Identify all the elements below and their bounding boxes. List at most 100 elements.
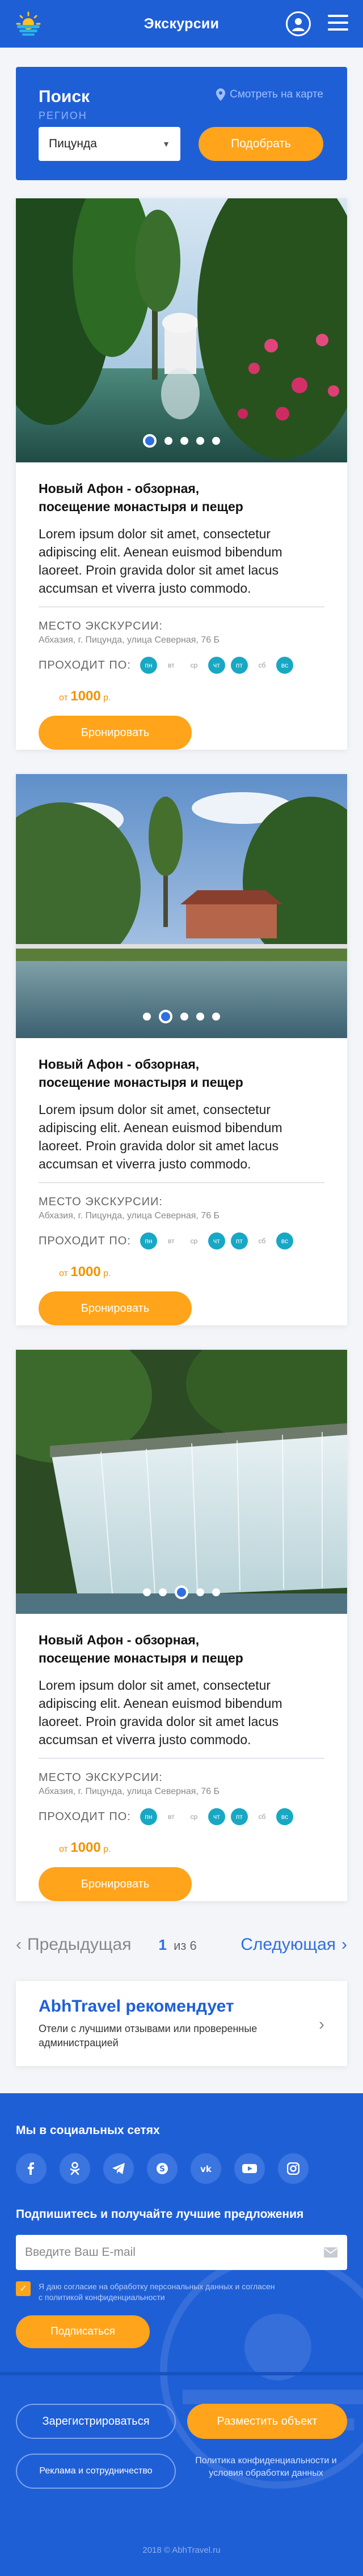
instagram-icon[interactable] — [278, 2153, 309, 2184]
carousel-dot[interactable] — [159, 1010, 172, 1023]
day-1: пн — [140, 1232, 157, 1249]
page: Экскурсии Поиск Смотреть на карте РЕГИОН… — [0, 0, 363, 2576]
carousel-dots — [16, 1010, 347, 1023]
carousel-dot[interactable] — [143, 1588, 151, 1596]
day-7: вс — [276, 657, 293, 674]
day-6: сб — [258, 661, 266, 669]
next-page-label: Следующая — [240, 1935, 336, 1954]
day-3: ср — [190, 1237, 198, 1245]
register-button[interactable]: Зарегистрироваться — [16, 2404, 176, 2439]
page-indicator: 1 из 6 — [158, 1936, 196, 1954]
price: от 1000 р. — [59, 1264, 111, 1280]
user-icon[interactable] — [286, 11, 311, 36]
next-page-link[interactable]: Следующая › — [240, 1935, 347, 1954]
excursion-description: Lorem ipsum dolor sit amet, consectetur … — [39, 526, 282, 596]
day-5: пт — [230, 1232, 248, 1249]
carousel-dot[interactable] — [164, 437, 172, 445]
menu-icon[interactable] — [328, 15, 348, 32]
copyright: 2018 © AbhTravel.ru — [142, 2545, 221, 2555]
excursion-photo[interactable] — [16, 198, 347, 462]
search-submit-button[interactable]: Подобрать — [199, 127, 323, 161]
place-label: МЕСТО ЭКСКУРСИИ: — [39, 1771, 163, 1784]
carousel-dot[interactable] — [196, 1013, 204, 1021]
vk-icon[interactable]: vk — [191, 2153, 221, 2184]
region-select[interactable]: Пицунда ▼ — [39, 127, 180, 161]
carousel-dot[interactable] — [212, 1588, 220, 1596]
day-1: пн — [140, 1808, 157, 1825]
carousel-dot[interactable] — [196, 437, 204, 445]
place-object-button[interactable]: Разместить объект — [187, 2404, 347, 2439]
odnoklassniki-icon[interactable] — [60, 2153, 90, 2184]
privacy-policy-link[interactable]: Политика конфиденциальности и условия об… — [184, 2455, 348, 2480]
logo-icon[interactable] — [15, 11, 42, 36]
map-link[interactable]: Смотреть на карте — [216, 88, 323, 101]
carousel-dots — [16, 1585, 347, 1599]
day-3: ср — [190, 1813, 198, 1821]
recommend-banner[interactable]: AbhTravel рекомендует Отели с лучшими от… — [16, 1981, 347, 2066]
prev-page-label: Предыдущая — [27, 1935, 132, 1954]
excursion-title[interactable]: Новый Афон - обзорная, посещение монастыр… — [39, 1055, 324, 1091]
place-address: Абхазия, г. Пицунда, улица Северная, 76 … — [39, 1787, 220, 1796]
day-7: вс — [276, 1808, 293, 1825]
book-button[interactable]: Бронировать — [39, 1867, 192, 1901]
carousel-dot[interactable] — [180, 437, 188, 445]
carousel-dot[interactable] — [180, 1013, 188, 1021]
excursion-description: Lorem ipsum dolor sit amet, consectetur … — [39, 1678, 282, 1747]
prev-page-link[interactable]: ‹ Предыдущая — [16, 1935, 131, 1954]
carousel-dot[interactable] — [212, 1013, 220, 1021]
ads-button[interactable]: Реклама и сотрудничество — [16, 2454, 176, 2489]
day-2: вт — [168, 1237, 175, 1245]
youtube-icon[interactable] — [234, 2153, 265, 2184]
map-link-label: Смотреть на карте — [230, 88, 323, 100]
email-field[interactable]: Введите Ваш E-mail — [16, 2235, 347, 2270]
carousel-dot[interactable] — [159, 1588, 167, 1596]
excursion-photo[interactable] — [16, 774, 347, 1038]
day-4: чт — [208, 1232, 225, 1249]
email-placeholder: Введите Ваш E-mail — [25, 2246, 136, 2259]
region-value: Пицунда — [49, 137, 97, 150]
telegram-icon[interactable] — [103, 2153, 134, 2184]
carousel-dot[interactable] — [143, 1013, 151, 1021]
price: от 1000 р. — [59, 688, 111, 704]
day-2: вт — [168, 1813, 175, 1821]
chevron-right-icon: › — [319, 2015, 324, 2034]
divider — [39, 606, 324, 607]
book-button[interactable]: Бронировать — [39, 716, 192, 750]
days-label: ПРОХОДИТ ПО: — [39, 1810, 131, 1823]
excursion-title[interactable]: Новый Афон - обзорная, посещение монастыр… — [39, 1631, 324, 1667]
svg-text:S: S — [159, 2165, 165, 2174]
region-label: РЕГИОН — [39, 110, 87, 121]
app-header: Экскурсии — [0, 0, 363, 48]
pagination: ‹ Предыдущая 1 из 6 Следующая › — [16, 1933, 347, 1956]
social-title: Мы в социальных сетях — [16, 2124, 160, 2137]
place-address: Абхазия, г. Пицунда, улица Северная, 76 … — [39, 1211, 220, 1221]
total-pages: из 6 — [174, 1938, 197, 1953]
subscribe-button[interactable]: Подписаться — [16, 2315, 150, 2348]
consent-checkbox[interactable]: ✓ — [16, 2281, 31, 2296]
schedule-days: ПРОХОДИТ ПО: пн вт ср чт пт сб вс — [39, 1808, 324, 1825]
map-pin-icon — [216, 88, 226, 101]
carousel-dot[interactable] — [212, 437, 220, 445]
day-7: вс — [276, 1232, 293, 1249]
mail-icon — [324, 2247, 337, 2258]
page-title: Экскурсии — [143, 15, 220, 32]
excursion-photo[interactable] — [16, 1350, 347, 1614]
footer: Мы в социальных сетях S vk Подпишитесь и… — [0, 2093, 363, 2576]
carousel-dot[interactable] — [143, 434, 157, 448]
excursion-title[interactable]: Новый Афон - обзорная, посещение монастыр… — [39, 479, 324, 516]
excursion-card: Новый Афон - обзорная, посещение монастыр… — [16, 1350, 347, 1901]
carousel-dot[interactable] — [175, 1585, 188, 1599]
place-label: МЕСТО ЭКСКУРСИИ: — [39, 1196, 163, 1208]
carousel-dot[interactable] — [196, 1588, 204, 1596]
day-5: пт — [230, 1808, 248, 1825]
place-label: МЕСТО ЭКСКУРСИИ: — [39, 620, 163, 632]
social-links: S vk — [16, 2153, 309, 2184]
excursion-card: Новый Афон - обзорная, посещение монастыр… — [16, 198, 347, 750]
price: от 1000 р. — [59, 1840, 111, 1855]
day-1: пн — [140, 657, 157, 674]
skype-icon[interactable]: S — [147, 2153, 178, 2184]
facebook-icon[interactable] — [16, 2153, 47, 2184]
book-button[interactable]: Бронировать — [39, 1291, 192, 1325]
days-label: ПРОХОДИТ ПО: — [39, 658, 131, 671]
recommend-title: AbhTravel рекомендует — [39, 1997, 234, 2016]
